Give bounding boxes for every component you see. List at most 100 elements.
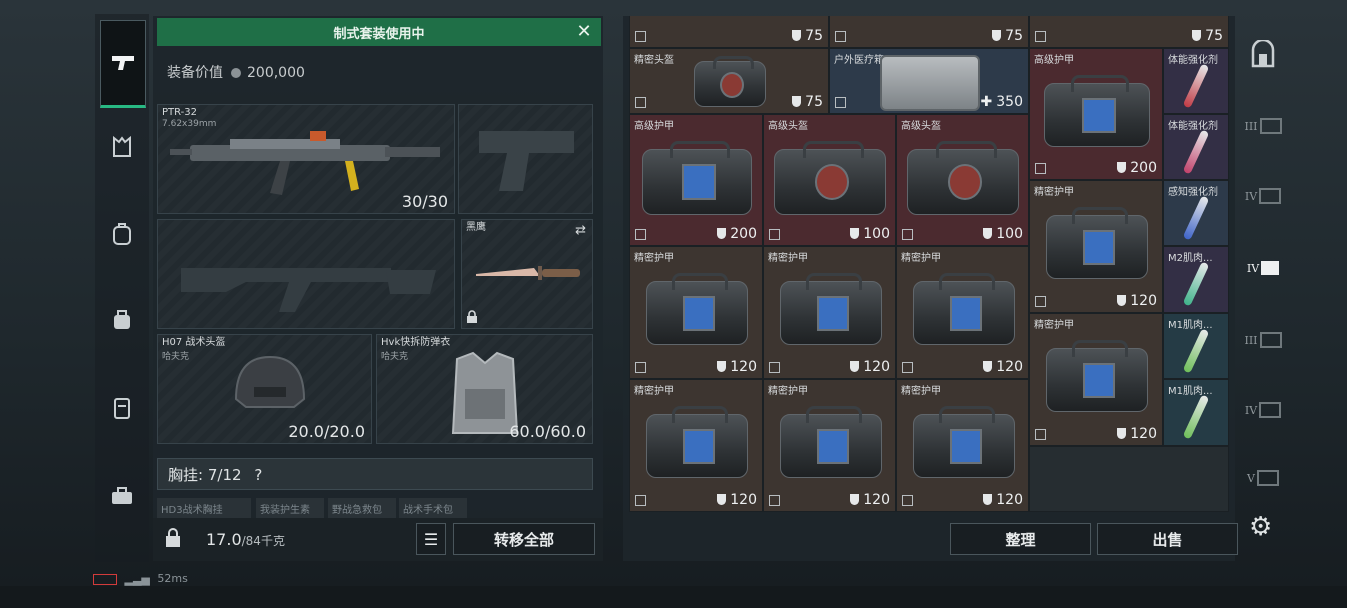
armor-value-icon bbox=[717, 228, 727, 239]
item-value-text: 120 bbox=[730, 359, 757, 375]
item-value: ✚ 350 bbox=[981, 94, 1023, 110]
rail-vest-tab[interactable] bbox=[100, 126, 144, 170]
crate-icon bbox=[1259, 332, 1282, 348]
stash-item[interactable]: 体能强化剂 bbox=[1163, 48, 1229, 114]
stash-home-tab[interactable] bbox=[1240, 34, 1286, 74]
stash-item[interactable]: 精密护甲 120 bbox=[896, 379, 1029, 512]
unmark-icon bbox=[1035, 296, 1046, 307]
item-value-text: 120 bbox=[863, 359, 890, 375]
swap-icon[interactable]: ⇄ bbox=[575, 223, 586, 238]
armor-bag-image bbox=[780, 273, 882, 345]
bag-strap bbox=[935, 141, 997, 159]
stash-item[interactable]: 高级头盔 100 bbox=[763, 114, 896, 246]
stash-item[interactable]: 高级护甲 200 bbox=[629, 114, 763, 246]
item-value-text: 350 bbox=[996, 94, 1023, 110]
secondary-weapon-slot[interactable] bbox=[157, 219, 455, 329]
battery-icon bbox=[93, 573, 117, 585]
backpack-icon bbox=[113, 223, 131, 245]
item-value-text: 120 bbox=[730, 492, 757, 508]
chest-item-chip[interactable]: 战术手术包 bbox=[399, 498, 467, 518]
stash-item[interactable]: 精密护甲 120 bbox=[629, 246, 763, 379]
stash-tab[interactable]: V bbox=[1240, 458, 1286, 498]
bag-strap bbox=[1072, 340, 1128, 357]
rail-case-tab[interactable] bbox=[100, 386, 144, 430]
stash-item[interactable]: 精密护甲 120 bbox=[1029, 313, 1163, 446]
armor-value-icon bbox=[850, 361, 860, 372]
stash-item[interactable]: 高级头盔 100 bbox=[896, 114, 1029, 246]
melee-slot[interactable]: 黑鹰 ⇄ bbox=[461, 219, 593, 329]
sort-button[interactable]: 整理 bbox=[950, 523, 1091, 555]
knife-image bbox=[476, 266, 580, 280]
settings-icon[interactable]: ⚙ bbox=[1249, 512, 1272, 542]
item-name: 体能强化剂 bbox=[1168, 121, 1218, 132]
armor-value-icon bbox=[1117, 162, 1127, 173]
stash-tab-active[interactable]: IV bbox=[1240, 248, 1286, 288]
item-value: 100 bbox=[850, 226, 890, 242]
unmark-icon bbox=[835, 31, 846, 42]
stash-item[interactable]: 精密护甲 120 bbox=[629, 379, 763, 512]
rail-backpack-tab[interactable] bbox=[100, 212, 144, 256]
stash-item[interactable]: 精密护甲 120 bbox=[763, 379, 896, 512]
stash-item[interactable]: 75 bbox=[629, 16, 829, 48]
armor-value-icon bbox=[717, 361, 727, 372]
bag-strap bbox=[806, 406, 862, 423]
helmet-slot[interactable]: H07 战术头盔 哈夫克 20.0/20.0 bbox=[157, 334, 372, 444]
item-value: 120 bbox=[1117, 293, 1157, 309]
pistol-silhouette-icon bbox=[479, 131, 574, 191]
item-value-text: 120 bbox=[996, 492, 1023, 508]
list-view-button[interactable]: ☰ bbox=[416, 523, 446, 555]
unmark-icon bbox=[1035, 163, 1046, 174]
transfer-all-button[interactable]: 转移全部 bbox=[453, 523, 595, 555]
item-value: 75 bbox=[992, 28, 1023, 44]
chest-item-chip[interactable]: 我装护生素 bbox=[256, 498, 324, 518]
rail-toolbox-tab[interactable] bbox=[100, 474, 144, 518]
chest-rig-count: 7/12 bbox=[207, 466, 242, 484]
stash-item[interactable]: 75 bbox=[829, 16, 1029, 48]
unmark-icon bbox=[769, 495, 780, 506]
stash-item[interactable]: M1肌肉... bbox=[1163, 313, 1229, 379]
empty-cell[interactable] bbox=[1029, 446, 1229, 512]
stash-tab[interactable]: III bbox=[1240, 320, 1286, 360]
stash-tab[interactable]: IV bbox=[1240, 176, 1286, 216]
primary-weapon-slot[interactable]: PTR-32 7.62x39mm 30/30 bbox=[157, 104, 455, 214]
unmark-icon bbox=[769, 362, 780, 373]
stash-tab[interactable]: III bbox=[1240, 106, 1286, 146]
help-icon[interactable]: ? bbox=[254, 466, 262, 484]
item-name: 高级头盔 bbox=[768, 121, 808, 132]
stash-item[interactable]: 精密头盔 75 bbox=[629, 48, 829, 114]
sell-button[interactable]: 出售 bbox=[1097, 523, 1238, 555]
armor-name: Hvk快拆防弹衣 bbox=[381, 337, 451, 348]
stash-item[interactable]: 75 bbox=[1029, 16, 1229, 48]
armor-slot[interactable]: Hvk快拆防弹衣 哈夫克 60.0/60.0 bbox=[376, 334, 593, 444]
item-name: 精密护甲 bbox=[901, 386, 941, 397]
rail-pouch-tab[interactable] bbox=[100, 298, 144, 342]
chest-rig-bar[interactable]: 胸挂: 7/12 ? bbox=[157, 458, 593, 490]
unmark-icon bbox=[635, 229, 646, 240]
stash-item[interactable]: 体能强化剂 bbox=[1163, 114, 1229, 180]
bag-screen bbox=[950, 428, 982, 464]
bag-strap bbox=[1072, 207, 1128, 224]
unmark-icon bbox=[1035, 429, 1046, 440]
item-name: 精密护甲 bbox=[901, 253, 941, 264]
sidearm-slot[interactable] bbox=[458, 104, 593, 214]
stash-item[interactable]: 精密护甲 120 bbox=[896, 246, 1029, 379]
stash-item[interactable]: M1肌肉... bbox=[1163, 379, 1229, 446]
set-in-use-banner: 制式套装使用中 ✕ bbox=[157, 18, 601, 46]
stash-item[interactable]: 感知强化剂 bbox=[1163, 180, 1229, 246]
stash-item[interactable]: 精密护甲 120 bbox=[1029, 180, 1163, 313]
stash-tab[interactable]: IV bbox=[1240, 390, 1286, 430]
chest-item-chip[interactable]: HD3战术胸挂 bbox=[157, 498, 251, 518]
bag-screen bbox=[681, 164, 717, 201]
bag-emblem bbox=[720, 71, 744, 98]
item-name: 高级护甲 bbox=[634, 121, 674, 132]
item-name: 户外医疗箱 bbox=[834, 55, 884, 66]
bottom-strip bbox=[0, 586, 1347, 608]
bag-strap bbox=[672, 273, 728, 290]
stash-item[interactable]: 户外医疗箱 ✚ 350 bbox=[829, 48, 1029, 114]
stash-item[interactable]: 高级护甲 200 bbox=[1029, 48, 1163, 180]
rail-weapon-tab[interactable] bbox=[100, 20, 146, 108]
stash-item[interactable]: 精密护甲 120 bbox=[763, 246, 896, 379]
stash-item[interactable]: M2肌肉... bbox=[1163, 246, 1229, 313]
close-icon[interactable]: ✕ bbox=[573, 21, 595, 43]
chest-item-chip[interactable]: 野战急救包 bbox=[328, 498, 396, 518]
